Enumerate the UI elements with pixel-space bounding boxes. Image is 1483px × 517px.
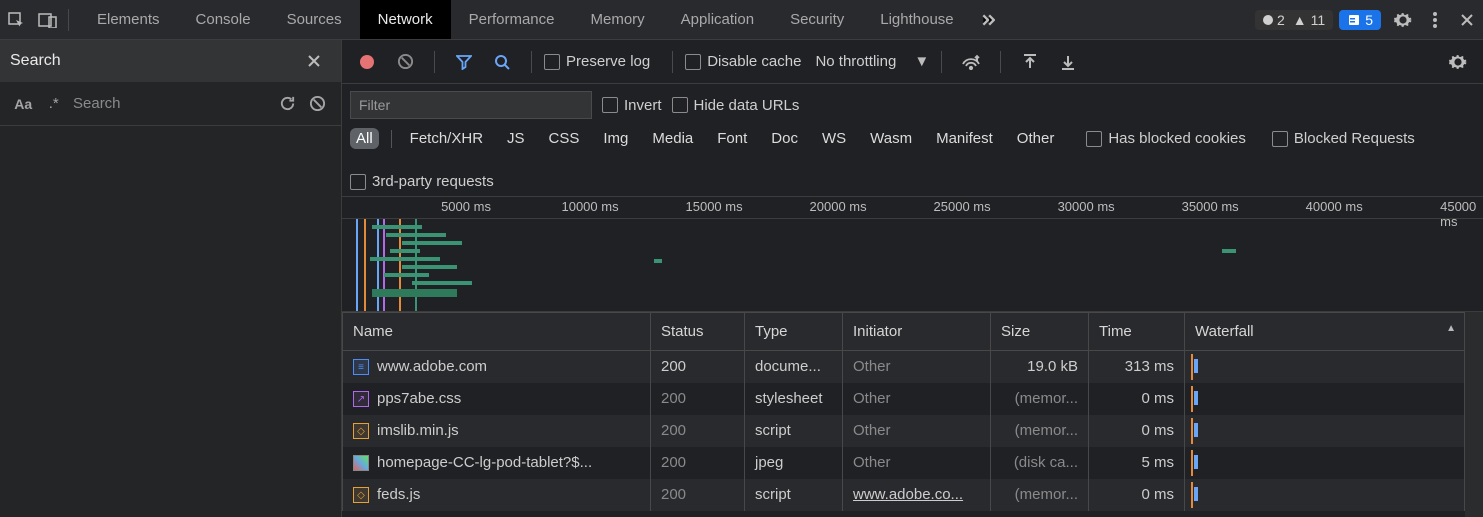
timeline-tick: 25000 ms: [934, 199, 991, 214]
table-row[interactable]: ↗pps7abe.css200stylesheetOther(memor...0…: [343, 383, 1465, 415]
clear-button[interactable]: [388, 45, 422, 79]
column-time[interactable]: Time: [1089, 313, 1185, 351]
search-title: Search: [10, 52, 61, 70]
issues-badge[interactable]: 5: [1339, 10, 1381, 30]
device-toggle-icon[interactable]: [32, 0, 64, 40]
throttling-select[interactable]: No throttling: [815, 53, 896, 70]
close-devtools-icon[interactable]: [1451, 0, 1483, 40]
warning-count: 11: [1311, 12, 1326, 28]
timeline-tick: 20000 ms: [810, 199, 867, 214]
column-status[interactable]: Status: [651, 313, 745, 351]
timeline-tick: 30000 ms: [1058, 199, 1115, 214]
kebab-menu-icon[interactable]: [1419, 0, 1451, 40]
network-conditions-icon[interactable]: [954, 45, 988, 79]
timeline-body: [342, 219, 1483, 311]
timeline-tick: 35000 ms: [1182, 199, 1239, 214]
issues-count: 5: [1365, 12, 1373, 28]
tab-application[interactable]: Application: [663, 0, 772, 39]
export-har-icon[interactable]: [1051, 45, 1085, 79]
close-search-icon[interactable]: [297, 44, 331, 78]
type-filter-doc[interactable]: Doc: [765, 128, 804, 149]
search-toggle-icon[interactable]: [485, 45, 519, 79]
type-filter-js[interactable]: JS: [501, 128, 531, 149]
tab-lighthouse[interactable]: Lighthouse: [862, 0, 971, 39]
filter-input[interactable]: [350, 91, 592, 119]
tab-security[interactable]: Security: [772, 0, 862, 39]
timeline-tick: 15000 ms: [686, 199, 743, 214]
inspect-icon[interactable]: [0, 0, 32, 40]
type-filter-other[interactable]: Other: [1011, 128, 1061, 149]
filter-row: Invert Hide data URLs: [342, 84, 1483, 126]
disable-cache-checkbox[interactable]: Disable cache: [685, 53, 811, 70]
third-party-checkbox[interactable]: 3rd-party requests: [350, 173, 494, 190]
file-type-icon: ◇: [353, 487, 369, 503]
timeline-tick: 10000 ms: [561, 199, 618, 214]
panel-tabs: ElementsConsoleSourcesNetworkPerformance…: [79, 0, 972, 39]
column-type[interactable]: Type: [745, 313, 843, 351]
more-tabs-icon[interactable]: [972, 0, 1004, 40]
search-tools: Aa .*: [0, 82, 341, 126]
settings-icon[interactable]: [1387, 0, 1419, 40]
search-header: Search: [0, 40, 341, 82]
timeline-tick: 40000 ms: [1306, 199, 1363, 214]
column-size[interactable]: Size: [991, 313, 1089, 351]
type-filter-wasm[interactable]: Wasm: [864, 128, 918, 149]
has-blocked-cookies-checkbox[interactable]: Has blocked cookies: [1086, 130, 1246, 147]
regex-toggle[interactable]: .*: [39, 87, 70, 121]
tab-elements[interactable]: Elements: [79, 0, 178, 39]
search-sidebar: Search Aa .*: [0, 40, 342, 517]
type-filter-font[interactable]: Font: [711, 128, 753, 149]
tab-console[interactable]: Console: [178, 0, 269, 39]
preserve-log-checkbox[interactable]: Preserve log: [544, 53, 660, 70]
main-split: Search Aa .*: [0, 40, 1483, 517]
file-type-icon: [353, 455, 369, 471]
tab-sources[interactable]: Sources: [269, 0, 360, 39]
clear-search-icon[interactable]: [303, 87, 334, 121]
tab-network[interactable]: Network: [360, 0, 451, 39]
tab-performance[interactable]: Performance: [451, 0, 573, 39]
hide-data-urls-checkbox[interactable]: Hide data URLs: [672, 97, 800, 114]
timeline-overview[interactable]: 5000 ms 10000 ms 15000 ms 20000 ms 25000 ms 3…: [342, 197, 1483, 312]
record-button[interactable]: [350, 45, 384, 79]
devtools-tabbar: ElementsConsoleSourcesNetworkPerformance…: [0, 0, 1483, 40]
filter-toggle-icon[interactable]: [447, 45, 481, 79]
type-filter-ws[interactable]: WS: [816, 128, 852, 149]
file-type-icon: ↗: [353, 391, 369, 407]
tab-memory[interactable]: Memory: [573, 0, 663, 39]
column-waterfall[interactable]: Waterfall: [1185, 313, 1465, 351]
chevron-down-icon[interactable]: ▼: [914, 53, 929, 70]
timeline-tick: 5000 ms: [441, 199, 491, 214]
file-type-icon: ◇: [353, 423, 369, 439]
file-type-icon: ≡: [353, 359, 369, 375]
table-row[interactable]: ≡www.adobe.com200docume...Other19.0 kB31…: [343, 351, 1465, 383]
blocked-requests-checkbox[interactable]: Blocked Requests: [1272, 130, 1415, 147]
match-case-toggle[interactable]: Aa: [8, 87, 39, 121]
scrollbar-thumb[interactable]: [1468, 352, 1480, 408]
error-count: 2: [1277, 12, 1285, 28]
type-filter-fetchxhr[interactable]: Fetch/XHR: [404, 128, 489, 149]
type-filter-manifest[interactable]: Manifest: [930, 128, 999, 149]
table-row[interactable]: ◇feds.js200scriptwww.adobe.co...(memor..…: [343, 479, 1465, 511]
invert-checkbox[interactable]: Invert: [602, 97, 662, 114]
type-filter-all[interactable]: All: [350, 128, 379, 149]
timeline-ticks: 5000 ms 10000 ms 15000 ms 20000 ms 25000 ms 3…: [342, 197, 1483, 219]
network-settings-icon[interactable]: [1441, 45, 1475, 79]
resource-type-filter: All Fetch/XHR JS CSS Img Media Font Doc WS Wasm Ma…: [342, 126, 1483, 197]
table-row[interactable]: ◇imslib.min.js200scriptOther(memor...0 m…: [343, 415, 1465, 447]
column-name[interactable]: Name: [343, 313, 651, 351]
network-panel: Preserve log Disable cache No throttling…: [342, 40, 1483, 517]
network-toolbar: Preserve log Disable cache No throttling…: [342, 40, 1483, 84]
column-initiator[interactable]: Initiator: [843, 313, 991, 351]
table-row[interactable]: homepage-CC-lg-pod-tablet?$...200jpegOth…: [343, 447, 1465, 479]
type-filter-img[interactable]: Img: [597, 128, 634, 149]
error-warning-badge[interactable]: 2 ▲ 11: [1255, 10, 1333, 30]
refresh-search-icon[interactable]: [272, 87, 303, 121]
request-table: NameStatusTypeInitiatorSizeTimeWaterfall…: [342, 312, 1483, 517]
type-filter-css[interactable]: CSS: [543, 128, 586, 149]
import-har-icon[interactable]: [1013, 45, 1047, 79]
search-input[interactable]: [69, 89, 272, 119]
type-filter-media[interactable]: Media: [646, 128, 699, 149]
